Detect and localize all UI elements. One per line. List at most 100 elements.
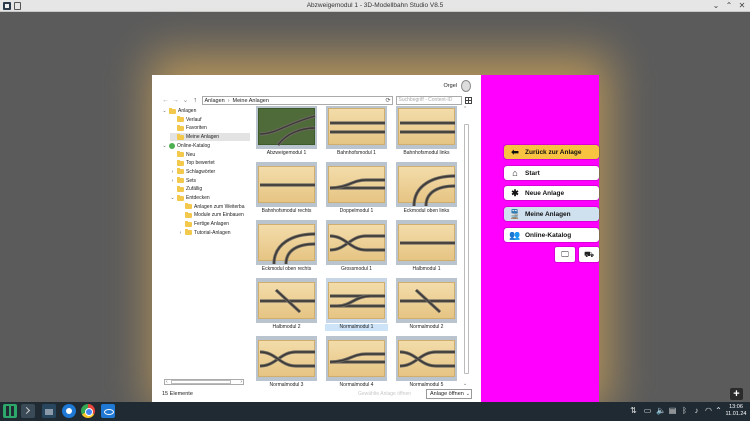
tree-item[interactable]: Module zum Einbauen: [178, 211, 250, 219]
tree-item[interactable]: Top bewertet: [170, 159, 250, 167]
scroll-down-icon[interactable]: ⌄: [463, 381, 467, 387]
layout-tile[interactable]: Abzweigemodul 1: [255, 106, 318, 159]
layout-tile[interactable]: Eckmodul oben links: [395, 162, 458, 217]
layout-tile[interactable]: Eckmodul oben rechts: [255, 220, 318, 275]
chevron-down-icon[interactable]: ⌄: [466, 390, 470, 398]
menu-button-neue-anlage[interactable]: ✱ Neue Anlage: [504, 186, 599, 200]
clipboard-icon[interactable]: ▤: [668, 406, 677, 416]
avatar[interactable]: [461, 80, 471, 92]
history-dropdown-icon[interactable]: ⌄: [182, 97, 189, 105]
chrome-icon[interactable]: [81, 404, 95, 418]
up-arrow-icon[interactable]: ↑: [192, 97, 199, 105]
menu-button-meine-anlagen[interactable]: 🚆 Meine Anlagen: [504, 207, 599, 221]
scroll-left-icon[interactable]: ‹: [166, 379, 168, 385]
expander-icon[interactable]: ⌄: [162, 108, 167, 114]
tree-item[interactable]: Fertige Anlagen: [178, 220, 250, 228]
layout-tile[interactable]: Normalmodul 4: [325, 336, 388, 387]
expander-icon[interactable]: ›: [170, 169, 175, 175]
add-button[interactable]: +: [730, 388, 743, 400]
tree-item[interactable]: › Sets: [170, 177, 250, 185]
modellbahn-studio-icon[interactable]: [42, 404, 56, 418]
layout-thumbnail[interactable]: [396, 162, 457, 207]
tree-item[interactable]: Meine Anlagen: [170, 133, 250, 142]
chevron-up-icon[interactable]: ⌃: [714, 406, 723, 416]
layout-tile[interactable]: Halbmodul 1: [395, 220, 458, 275]
expander-icon[interactable]: ⌄: [162, 143, 167, 149]
breadcrumb-item[interactable]: Meine Anlagen: [233, 98, 269, 104]
search-input[interactable]: Suchbegriff - Content-ID: [395, 96, 463, 105]
speaker-icon[interactable]: ♪: [692, 406, 701, 416]
scrollbar-thumb[interactable]: [171, 380, 231, 384]
volume-icon[interactable]: 🔈: [656, 406, 666, 416]
menu-button-start[interactable]: ⌂ Start: [504, 166, 599, 180]
bluetooth-icon[interactable]: ᛒ: [680, 406, 689, 416]
tree-item[interactable]: › Schlagwörter: [170, 168, 250, 176]
tree-item[interactable]: › Tutorial-Anlagen: [178, 229, 250, 237]
breadcrumb[interactable]: Anlagen › Meine Anlagen ⟳: [201, 96, 393, 105]
scrollbar-thumb[interactable]: [464, 124, 469, 374]
user-profile[interactable]: Orgel: [444, 79, 471, 93]
layout-thumbnail[interactable]: [256, 220, 317, 265]
layout-tile[interactable]: Doppelmodul 1: [325, 162, 388, 217]
tree-item[interactable]: Zufällig: [170, 185, 250, 193]
layout-thumbnail[interactable]: [396, 106, 457, 149]
layout-tile[interactable]: Halbmodul 2: [255, 278, 318, 333]
layout-tile[interactable]: Bahnhofsmodul links: [395, 106, 458, 159]
refresh-icon[interactable]: ⟳: [385, 97, 390, 104]
tree-item[interactable]: ⌄ Anlagen: [162, 107, 250, 115]
open-layout-button[interactable]: Anlage öffnen ⌄: [426, 389, 472, 399]
monitor-icon[interactable]: ▭: [643, 406, 652, 416]
terminal-icon[interactable]: [21, 404, 35, 418]
network-icon[interactable]: ⇅: [629, 406, 638, 416]
expander-icon[interactable]: ⌄: [170, 195, 175, 201]
view-mode-icon[interactable]: [465, 97, 472, 104]
app-icon[interactable]: [101, 404, 115, 418]
layout-thumbnail[interactable]: [256, 106, 317, 149]
back-arrow-icon[interactable]: ←: [162, 97, 169, 105]
layout-thumbnail[interactable]: [256, 336, 317, 381]
wifi-icon[interactable]: ◠: [704, 406, 713, 416]
layout-tile[interactable]: Normalmodul 1: [325, 278, 388, 333]
maximize-button[interactable]: ⌃: [724, 1, 734, 11]
tree-item[interactable]: Verlauf: [170, 116, 250, 124]
launcher-icon[interactable]: [3, 404, 17, 418]
tree-item[interactable]: ⌄ Entdecken: [170, 194, 250, 202]
minimize-button[interactable]: ⌄: [711, 1, 721, 11]
expander-icon[interactable]: ›: [170, 178, 175, 184]
tree-item[interactable]: Neu: [170, 151, 250, 159]
tree-item[interactable]: ⌄ Online-Katalog: [162, 142, 250, 150]
layout-thumbnail[interactable]: [326, 220, 387, 265]
layout-thumbnail[interactable]: [396, 278, 457, 323]
layout-tile[interactable]: Normalmodul 3: [255, 336, 318, 387]
tree-item[interactable]: Anlagen zum Weiterba: [178, 203, 250, 211]
close-button[interactable]: ✕: [737, 1, 747, 11]
clock[interactable]: 13:06 11.01.24: [725, 404, 747, 418]
monitor-button[interactable]: 🖵: [555, 247, 575, 262]
forward-arrow-icon[interactable]: →: [172, 97, 179, 105]
folder-icon: [177, 124, 184, 131]
layout-tile[interactable]: Bahnhofsmodul rechts: [255, 162, 318, 217]
tree-horizontal-scrollbar[interactable]: ‹ ›: [164, 379, 244, 385]
layout-thumbnail[interactable]: [396, 220, 457, 265]
menu-button-online-katalog[interactable]: 👥 Online-Katalog: [504, 228, 599, 242]
expander-icon[interactable]: ›: [178, 230, 183, 236]
layout-thumbnail[interactable]: [326, 336, 387, 381]
car-button[interactable]: ⛟: [579, 247, 599, 262]
layout-tile[interactable]: Bahnhofsmodul 1: [325, 106, 388, 159]
layout-thumbnail[interactable]: [256, 162, 317, 207]
breadcrumb-item[interactable]: Anlagen: [205, 98, 225, 104]
scroll-up-icon[interactable]: ⌃: [463, 106, 467, 112]
layout-thumbnail[interactable]: [396, 336, 457, 381]
layout-thumbnail[interactable]: [326, 162, 387, 207]
layout-tile[interactable]: Grossmodul 1: [325, 220, 388, 275]
tree-item[interactable]: Favoriten: [170, 124, 250, 132]
menu-button-zurück-zur-anlage[interactable]: ⬅ Zurück zur Anlage: [504, 145, 599, 159]
layout-tile[interactable]: Normalmodul 2: [395, 278, 458, 333]
gallery-vertical-scrollbar[interactable]: ⌃ ⌄: [463, 106, 469, 387]
layout-thumbnail[interactable]: [326, 278, 387, 323]
browser-icon[interactable]: [62, 404, 76, 418]
layout-thumbnail[interactable]: [256, 278, 317, 323]
layout-tile[interactable]: Normalmodul 5: [395, 336, 458, 387]
scroll-right-icon[interactable]: ›: [240, 379, 242, 385]
layout-thumbnail[interactable]: [326, 106, 387, 149]
